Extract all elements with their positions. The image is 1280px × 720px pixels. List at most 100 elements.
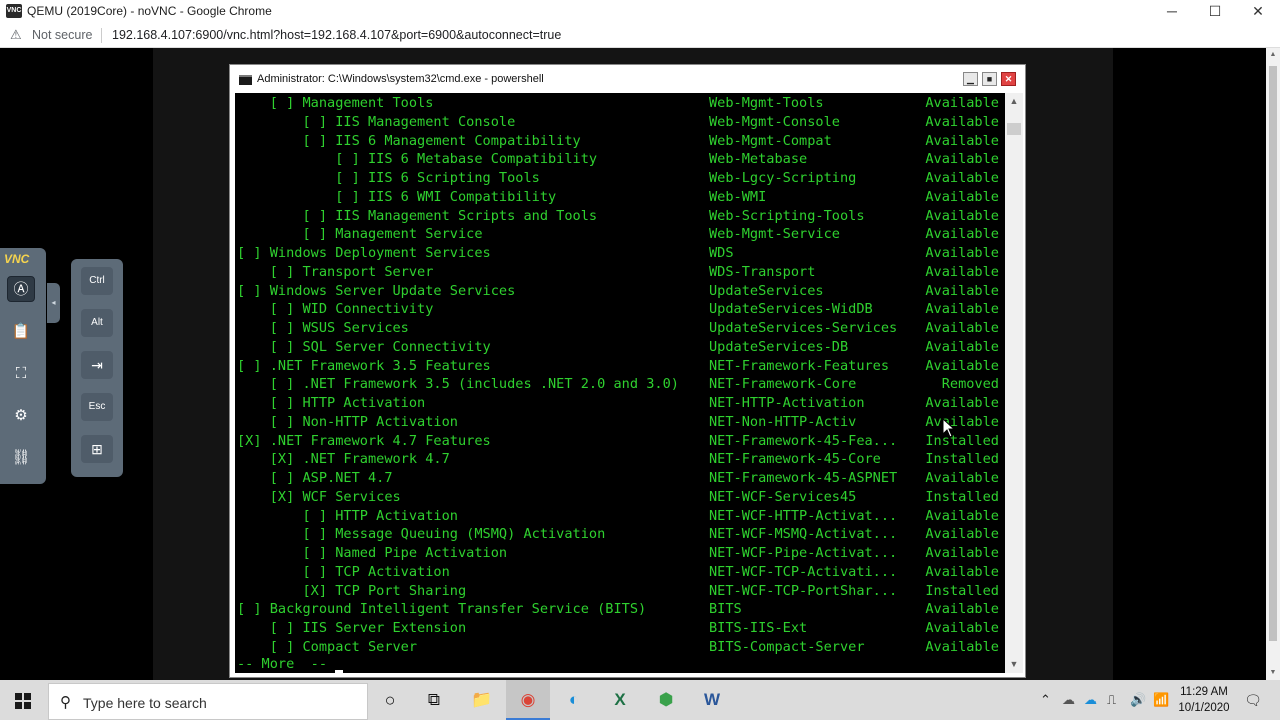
install-state: Available — [925, 301, 999, 318]
feature-display-name: [ ] Windows Deployment Services — [237, 245, 491, 261]
install-state: Available — [925, 95, 999, 111]
scroll-down-icon[interactable]: ▼ — [1005, 656, 1023, 673]
clipboard-icon[interactable]: 📋 — [7, 319, 35, 345]
feature-row: [X] .NET Framework 4.7 Features NET-Frame… — [235, 432, 1005, 451]
minimize-button[interactable]: ─ — [1149, 0, 1195, 23]
install-state: Available — [925, 545, 999, 561]
file-explorer-icon[interactable]: 📁 — [460, 680, 504, 720]
feature-name: UpdateServices-Services — [709, 320, 898, 336]
install-state: Available — [925, 113, 999, 130]
search-box[interactable]: ⚲ Type here to search — [48, 683, 368, 720]
page-scrollbar[interactable]: ▲ ▼ — [1266, 48, 1280, 680]
install-state: Available — [925, 470, 999, 486]
install-state: Available — [925, 320, 999, 336]
esc-key-button[interactable]: Esc — [81, 393, 113, 421]
notification-icon[interactable]: 🗨 — [1238, 680, 1268, 720]
network-icon[interactable]: 📶 — [1153, 692, 1169, 708]
cmd-window[interactable]: Administrator: C:\Windows\system32\cmd.e… — [229, 64, 1026, 678]
console-output[interactable]: [ ] Management Tools Web-Mgmt-Tools Availa… — [235, 93, 1005, 673]
browser-title-bar: VNC QEMU (2019Core) - noVNC - Google Chr… — [0, 0, 1280, 23]
feature-row: [ ] IIS Server Extension BITS-IIS-Ext Avai… — [235, 619, 1005, 638]
warning-icon[interactable]: ⚠ — [10, 27, 22, 43]
cortana-icon[interactable]: ○ — [368, 680, 412, 720]
feature-display-name: [ ] .NET Framework 3.5 (includes .NET 2.… — [237, 376, 679, 393]
security-label[interactable]: Not secure — [32, 28, 92, 42]
alt-key-button[interactable]: Alt — [81, 309, 113, 337]
close-button[interactable]: ✕ — [1235, 0, 1280, 23]
word-icon[interactable]: W — [690, 680, 734, 720]
onedrive-business-icon[interactable]: ☁ — [1084, 692, 1097, 708]
app-icon[interactable]: ⬢ — [644, 680, 688, 720]
cmd-minimize-button[interactable]: ▁ — [963, 72, 978, 86]
feature-display-name: [ ] IIS 6 Scripting Tools — [237, 170, 540, 186]
feature-name: NET-Framework-45-ASPNET — [709, 470, 898, 486]
feature-row: [X] .NET Framework 4.7 NET-Framework-45-C… — [235, 450, 1005, 469]
feature-row: [ ] Windows Server Update Services Update… — [235, 282, 1005, 301]
feature-display-name: [ ] IIS 6 Metabase Compatibility — [237, 151, 598, 168]
fullscreen-icon[interactable]: ⛶ — [7, 361, 35, 387]
console-scrollbar[interactable]: ▲ ▼ — [1005, 93, 1023, 673]
feature-name: NET-WCF-TCP-PortShar... — [709, 582, 898, 599]
install-state: Available — [925, 507, 999, 524]
start-button[interactable] — [0, 680, 46, 720]
feature-name: NET-WCF-Services45 — [709, 488, 857, 505]
cmd-maximize-button[interactable]: ■ — [982, 72, 997, 86]
cmd-close-button[interactable]: ✕ — [1001, 72, 1016, 86]
usb-icon[interactable]: ⎍ — [1107, 692, 1116, 708]
settings-gear-icon[interactable]: ⚙ — [7, 403, 35, 429]
scroll-up-icon[interactable]: ▲ — [1005, 93, 1023, 110]
feature-name: Web-Mgmt-Compat — [709, 132, 832, 149]
scroll-thumb[interactable] — [1007, 123, 1021, 135]
novnc-logo: VNC — [4, 252, 30, 266]
maximize-button[interactable]: ☐ — [1192, 0, 1238, 23]
page-scroll-thumb[interactable] — [1269, 66, 1277, 641]
disconnect-icon[interactable]: ⛓ — [7, 445, 35, 471]
feature-display-name: [X] TCP Port Sharing — [237, 582, 467, 599]
feature-row: [ ] IIS Management Console Web-Mgmt-Conso… — [235, 113, 1005, 132]
install-state: Available — [925, 207, 999, 224]
windows-key-button[interactable]: ⊞ — [81, 435, 113, 463]
install-state: Available — [925, 151, 999, 168]
page-scroll-down-icon[interactable]: ▼ — [1266, 666, 1280, 680]
show-hidden-icons-icon[interactable]: ⌃ — [1040, 692, 1051, 708]
feature-name: WDS — [709, 245, 734, 261]
page-scroll-up-icon[interactable]: ▲ — [1266, 48, 1280, 62]
install-state: Available — [925, 395, 999, 411]
control-bar-handle[interactable]: ◂ — [47, 283, 60, 323]
feature-name: UpdateServices — [709, 282, 824, 299]
install-state: Available — [925, 526, 999, 543]
text-cursor — [335, 670, 343, 673]
url-field[interactable]: 192.168.4.107:6900/vnc.html?host=192.168… — [112, 28, 561, 42]
edge-icon[interactable]: ◐ — [552, 680, 596, 720]
install-state: Available — [925, 245, 999, 261]
feature-row: [ ] IIS 6 Management Compatibility Web-Mg… — [235, 132, 1005, 151]
feature-display-name: [ ] ASP.NET 4.7 — [237, 470, 393, 486]
feature-name: Web-Scripting-Tools — [709, 207, 865, 224]
volume-icon[interactable]: 🔊 — [1130, 692, 1146, 708]
mouse-pointer-icon — [942, 418, 956, 438]
excel-icon[interactable]: X — [598, 680, 642, 720]
feature-display-name: [ ] Compact Server — [237, 638, 418, 655]
clock-time: 11:29 AM — [1180, 686, 1228, 698]
onedrive-icon[interactable]: ☁ — [1062, 692, 1075, 708]
chrome-icon[interactable]: ◉ — [506, 680, 550, 720]
tab-key-button[interactable]: ⇥ — [81, 351, 113, 379]
feature-display-name: [X] .NET Framework 4.7 Features — [237, 432, 491, 449]
feature-name: Web-WMI — [709, 188, 767, 205]
feature-display-name: [ ] .NET Framework 3.5 Features — [237, 357, 491, 374]
feature-name: WDS-Transport — [709, 263, 816, 280]
feature-row: [ ] Windows Deployment Services WDS Availa… — [235, 244, 1005, 263]
ctrl-key-button[interactable]: Ctrl — [81, 267, 113, 295]
clock[interactable]: 11:29 AM 10/1/2020 — [1176, 684, 1232, 716]
feature-display-name: [ ] Windows Server Update Services — [237, 282, 516, 299]
install-state: Installed — [925, 451, 999, 468]
feature-display-name: [ ] SQL Server Connectivity — [237, 338, 491, 355]
task-view-icon[interactable]: ⧉ — [412, 680, 456, 720]
install-state: Available — [925, 170, 999, 186]
cmd-title-bar[interactable]: Administrator: C:\Windows\system32\cmd.e… — [230, 65, 1025, 93]
feature-name: Web-Lgcy-Scripting — [709, 170, 857, 186]
feature-name: Web-Mgmt-Console — [709, 113, 840, 130]
keyboard-icon[interactable]: Ⓐ — [7, 276, 35, 302]
divider — [101, 28, 102, 43]
feature-name: UpdateServices-WidDB — [709, 301, 873, 318]
